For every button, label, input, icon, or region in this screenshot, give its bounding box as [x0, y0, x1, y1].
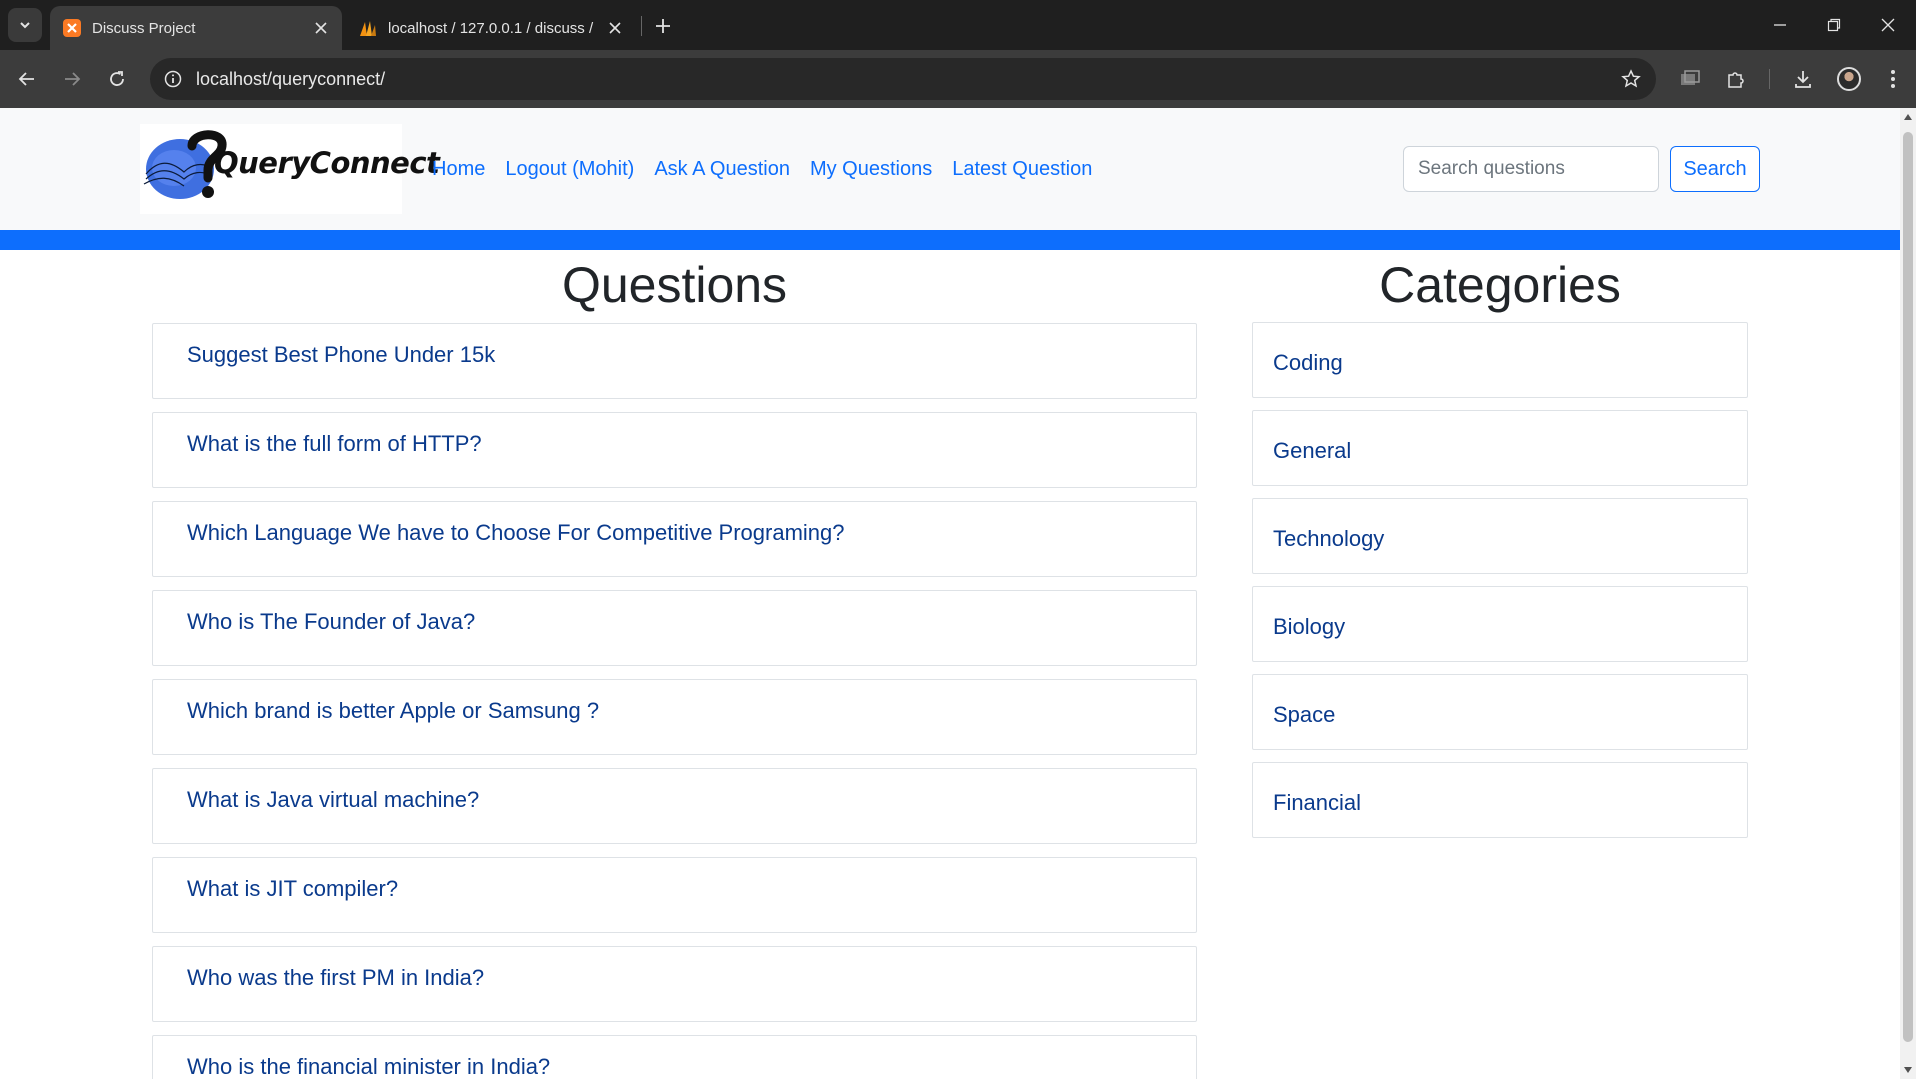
category-link-general[interactable]: General	[1273, 438, 1351, 464]
downloads-button[interactable]	[1786, 62, 1820, 96]
forward-button[interactable]	[55, 62, 89, 96]
minimize-icon	[1774, 24, 1786, 26]
category-card: Coding	[1252, 322, 1748, 398]
logo-text: QueryConnect	[214, 146, 440, 180]
categories-heading: Categories	[1379, 257, 1621, 313]
category-card: Biology	[1252, 586, 1748, 662]
search-input[interactable]	[1403, 146, 1659, 192]
question-link[interactable]: What is Java virtual machine?	[187, 787, 479, 813]
category-link-financial[interactable]: Financial	[1273, 790, 1361, 816]
question-card: Suggest Best Phone Under 15k	[152, 323, 1197, 399]
chevron-down-icon	[20, 22, 30, 29]
nav-link-home[interactable]: Home	[432, 158, 485, 181]
download-icon	[1795, 71, 1811, 88]
nav-links: Home Logout (Mohit) Ask A Question My Qu…	[432, 148, 1092, 190]
tab-divider	[641, 16, 642, 36]
back-button[interactable]	[10, 62, 44, 96]
toolbar-divider	[1769, 69, 1770, 89]
puzzle-icon	[1728, 72, 1744, 88]
tab-search-button[interactable]	[8, 8, 42, 42]
minimize-button[interactable]	[1752, 0, 1808, 50]
question-card: Which Language We have to Choose For Com…	[152, 501, 1197, 577]
category-link-technology[interactable]: Technology	[1273, 526, 1384, 552]
scroll-up-arrow-icon[interactable]	[1904, 114, 1912, 120]
category-card: General	[1252, 410, 1748, 486]
phpmyadmin-icon	[358, 18, 378, 38]
tab-phpmyadmin[interactable]: localhost / 127.0.0.1 / discuss /	[346, 6, 636, 50]
question-card: What is Java virtual machine?	[152, 768, 1197, 844]
url-text: localhost/queryconnect/	[196, 69, 386, 89]
site-info-icon[interactable]	[160, 66, 186, 92]
category-link-coding[interactable]: Coding	[1273, 350, 1343, 376]
nav-link-my-questions[interactable]: My Questions	[810, 158, 932, 181]
tab-groups-button[interactable]	[1673, 62, 1707, 96]
scroll-down-arrow-icon[interactable]	[1904, 1067, 1912, 1073]
arrow-right-icon	[65, 72, 81, 86]
category-link-space[interactable]: Space	[1273, 702, 1335, 728]
nav-link-ask-question[interactable]: Ask A Question	[654, 158, 790, 181]
restore-button[interactable]	[1806, 0, 1862, 50]
close-icon[interactable]	[308, 15, 334, 41]
arrow-left-icon	[18, 72, 34, 86]
category-card: Technology	[1252, 498, 1748, 574]
browser-tab-bar: Discuss Project localhost / 127.0.0.1 / …	[0, 0, 1916, 50]
address-bar[interactable]: localhost/queryconnect/	[150, 58, 1656, 100]
profile-button[interactable]	[1832, 62, 1866, 96]
questions-heading: Questions	[561, 257, 788, 313]
scrollbar-thumb[interactable]	[1903, 132, 1913, 1042]
new-tab-button[interactable]	[648, 12, 678, 40]
question-link[interactable]: Who is the financial minister in India?	[187, 1054, 550, 1079]
tab-title: Discuss Project	[92, 19, 196, 37]
nav-link-latest-question[interactable]: Latest Question	[952, 158, 1092, 181]
question-link[interactable]: What is JIT compiler?	[187, 876, 398, 902]
xampp-icon	[62, 18, 82, 38]
close-window-button[interactable]	[1860, 0, 1916, 50]
question-link[interactable]: Suggest Best Phone Under 15k	[187, 342, 495, 368]
question-card: Who was the first PM in India?	[152, 946, 1197, 1022]
page-viewport: QueryConnect Home Logout (Mohit) Ask A Q…	[0, 108, 1916, 1079]
question-link[interactable]: Which brand is better Apple or Samsung ?	[187, 698, 599, 724]
search-button[interactable]: Search	[1670, 146, 1760, 192]
category-card: Space	[1252, 674, 1748, 750]
site-navbar: QueryConnect Home Logout (Mohit) Ask A Q…	[0, 108, 1900, 230]
bookmark-star-icon[interactable]	[1618, 66, 1644, 92]
nav-link-logout[interactable]: Logout (Mohit)	[505, 158, 634, 181]
plus-icon	[656, 19, 670, 33]
tab-groups-icon	[1681, 70, 1700, 85]
question-link[interactable]: What is the full form of HTTP?	[187, 431, 482, 457]
site-logo[interactable]: QueryConnect	[140, 124, 440, 214]
question-link[interactable]: Which Language We have to Choose For Com…	[187, 520, 845, 546]
extensions-button[interactable]	[1719, 62, 1753, 96]
tab-title: localhost / 127.0.0.1 / discuss /	[388, 19, 594, 37]
restore-icon	[1827, 18, 1841, 32]
question-card: What is the full form of HTTP?	[152, 412, 1197, 488]
accent-bar	[0, 230, 1900, 250]
question-card: Who is the financial minister in India?	[152, 1035, 1197, 1079]
page-scrollbar[interactable]	[1900, 108, 1916, 1079]
category-link-biology[interactable]: Biology	[1273, 614, 1345, 640]
category-card: Financial	[1252, 762, 1748, 838]
more-vert-icon	[1891, 70, 1895, 88]
question-card: Which brand is better Apple or Samsung ?	[152, 679, 1197, 755]
question-card: What is JIT compiler?	[152, 857, 1197, 933]
reload-button[interactable]	[100, 62, 134, 96]
question-link[interactable]: Who is The Founder of Java?	[187, 609, 475, 635]
question-card: Who is The Founder of Java?	[152, 590, 1197, 666]
menu-button[interactable]	[1876, 62, 1910, 96]
close-icon[interactable]	[602, 15, 628, 41]
reload-icon	[110, 71, 124, 86]
question-link[interactable]: Who was the first PM in India?	[187, 965, 484, 991]
close-icon	[1881, 18, 1895, 32]
avatar	[1837, 67, 1861, 91]
tab-discuss-project[interactable]: Discuss Project	[50, 6, 342, 50]
browser-toolbar: localhost/queryconnect/	[0, 50, 1916, 108]
